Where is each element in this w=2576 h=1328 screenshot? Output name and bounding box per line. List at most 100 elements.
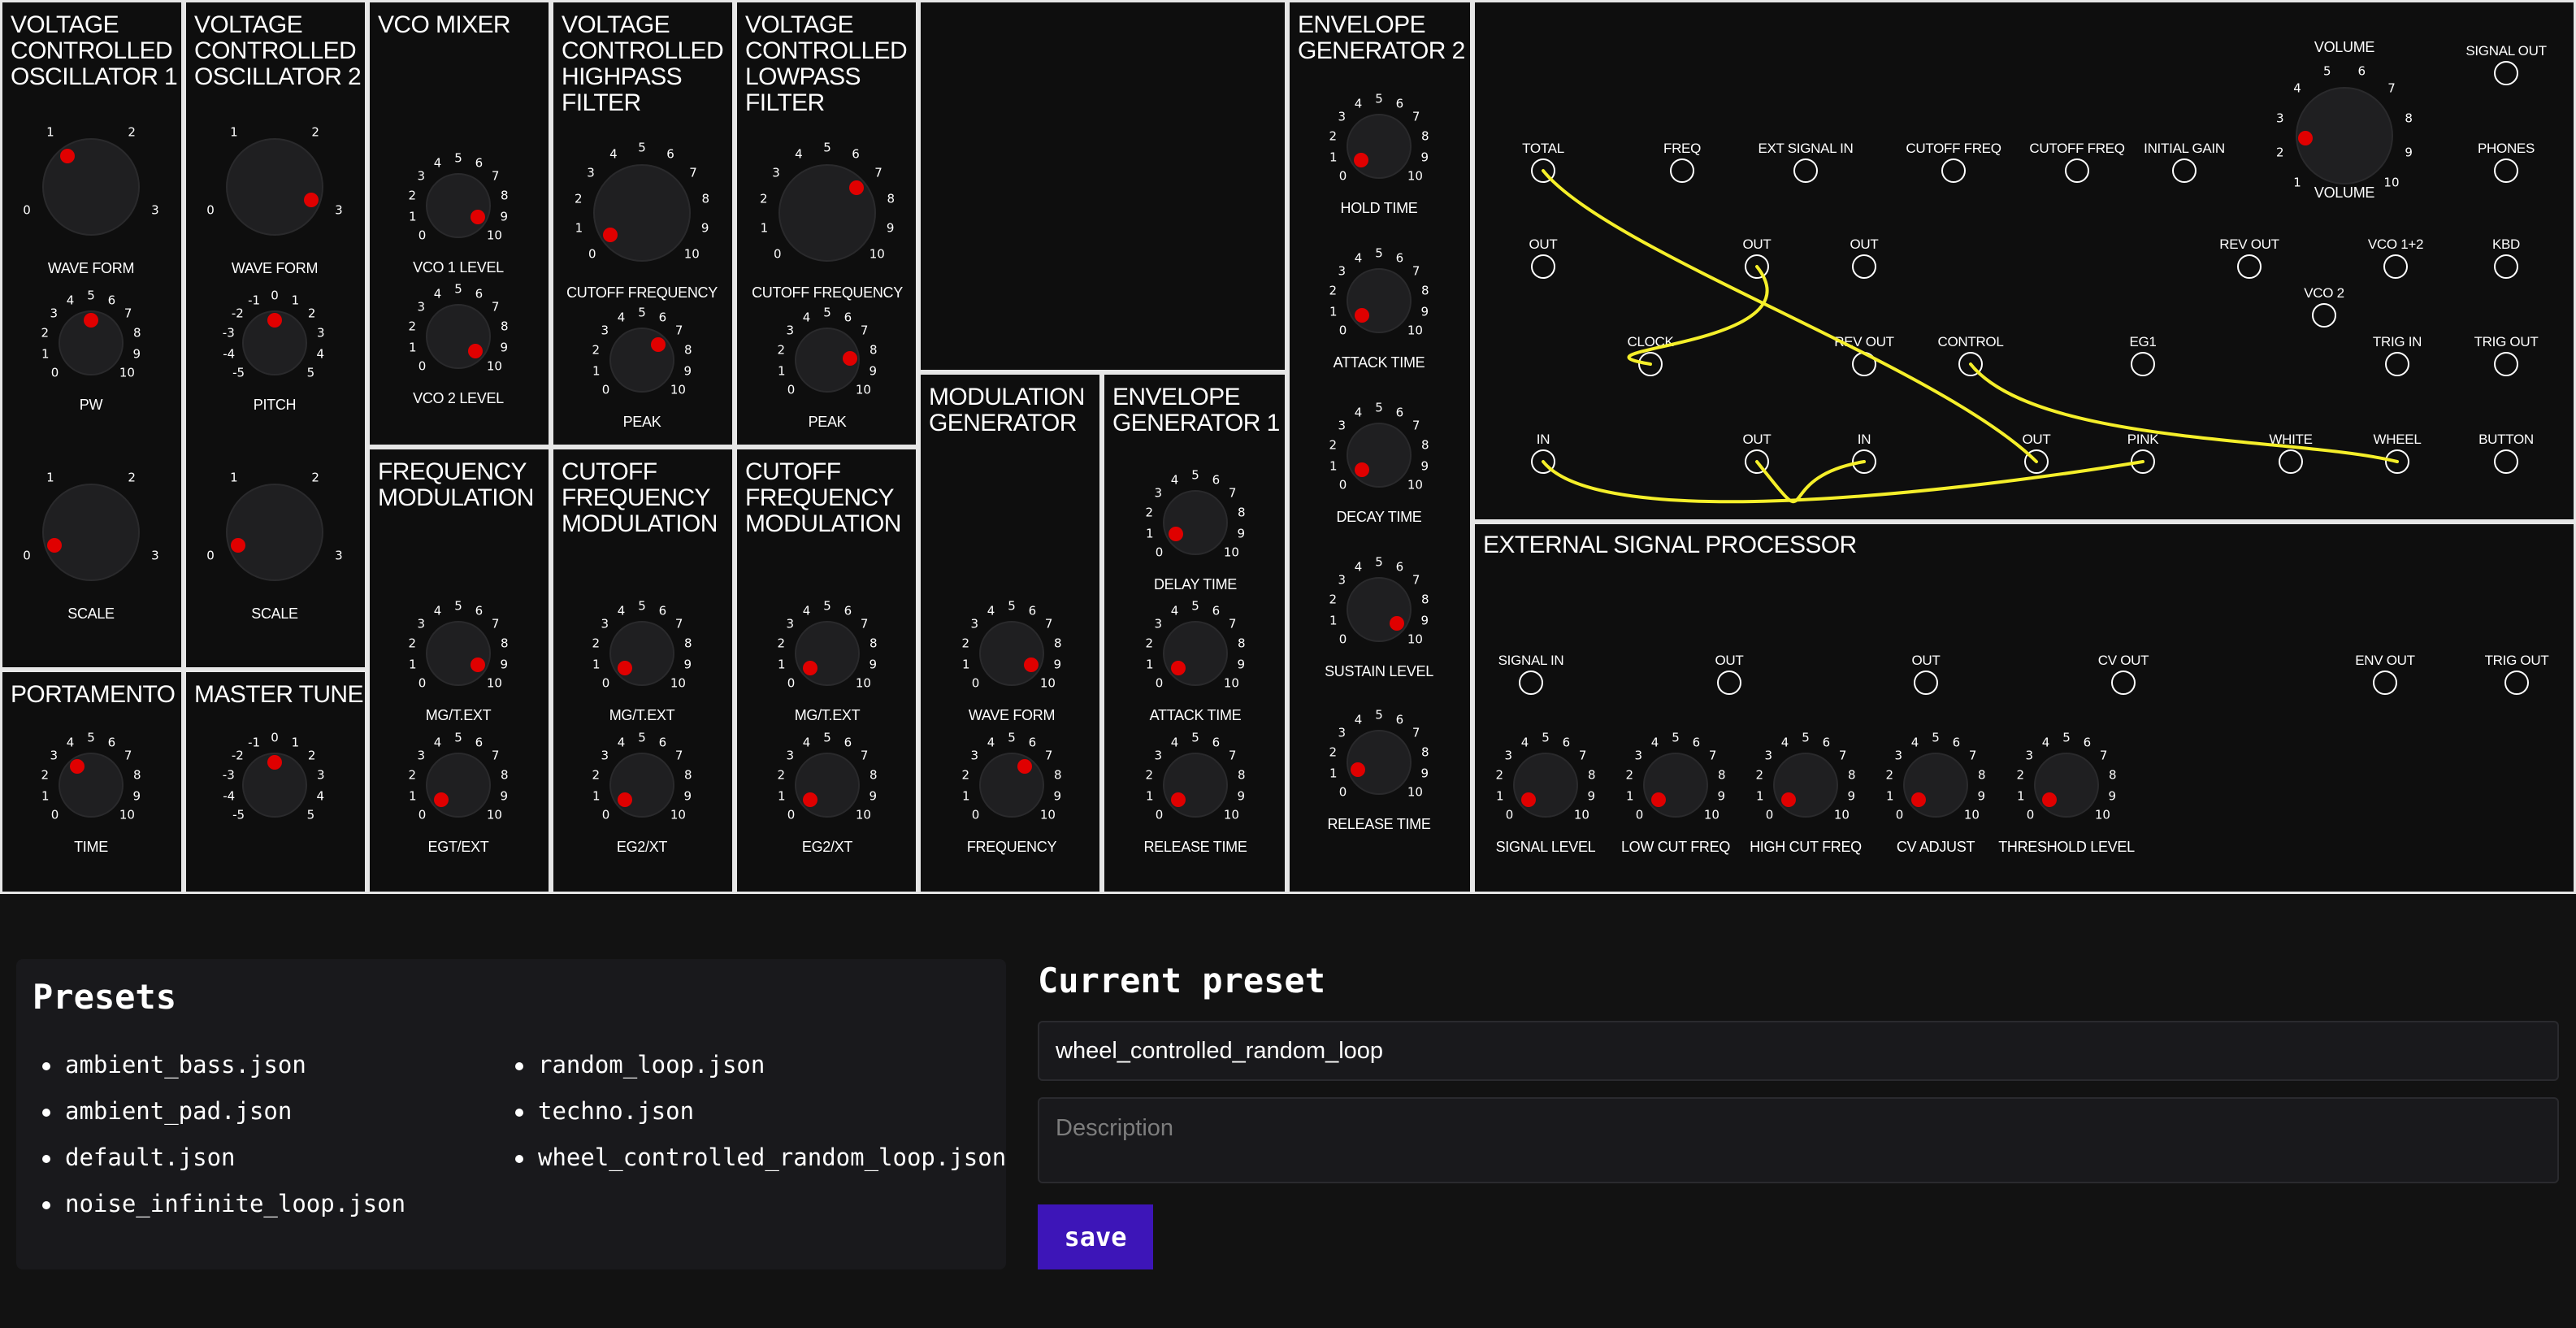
jack[interactable] [2237, 254, 2262, 279]
knob-tick: 10 [855, 382, 871, 397]
knob-dial[interactable] [1773, 753, 1838, 818]
jack[interactable] [2312, 303, 2336, 328]
knob-dial[interactable] [1347, 577, 1412, 642]
knob-tick: 6 [1692, 735, 1701, 750]
esp-jack[interactable] [2504, 671, 2529, 695]
knob-dial[interactable] [1163, 753, 1228, 818]
esp-jack[interactable] [1519, 671, 1543, 695]
preset-item[interactable]: techno.json [505, 1088, 1006, 1135]
knob-tick: 5 [1191, 598, 1199, 614]
knob-tick: 6 [1028, 603, 1037, 618]
knob-tick: 7 [1968, 748, 1977, 763]
knob-tick: 1 [41, 346, 50, 362]
jack[interactable] [1852, 254, 1876, 279]
knob-dial[interactable] [426, 173, 491, 238]
jack[interactable] [1531, 449, 1555, 474]
save-button[interactable]: save [1038, 1204, 1153, 1269]
preset-item[interactable]: random_loop.json [505, 1042, 1006, 1088]
knob-tick: 2 [408, 319, 417, 334]
knob-dial[interactable] [1513, 753, 1578, 818]
knob-tick: 0 [1155, 545, 1164, 560]
esp-jack[interactable] [1717, 671, 1741, 695]
jack[interactable] [1958, 352, 1983, 376]
jack[interactable] [2494, 449, 2518, 474]
jack[interactable] [1638, 352, 1663, 376]
knob-dial[interactable] [609, 753, 674, 818]
knob-dial[interactable] [1347, 423, 1412, 488]
jack[interactable] [2494, 352, 2518, 376]
jack[interactable] [1745, 254, 1769, 279]
knob-dial[interactable] [778, 164, 876, 262]
jack[interactable] [2385, 352, 2409, 376]
knob-tick: 9 [500, 657, 509, 672]
knob-dial[interactable] [609, 328, 674, 393]
knob-dial[interactable] [2034, 753, 2099, 818]
knob-dial[interactable] [59, 753, 124, 818]
knob-tick: 1 [760, 220, 769, 236]
esp-jack[interactable] [2373, 671, 2397, 695]
jack[interactable] [2172, 158, 2197, 183]
esp-jack[interactable] [2111, 671, 2136, 695]
jack[interactable] [1670, 158, 1694, 183]
jack-label: TRIG OUT [2474, 334, 2539, 349]
knob-tick: 9 [500, 340, 509, 355]
knob-dial[interactable] [593, 164, 691, 262]
preset-item[interactable]: default.json [33, 1135, 405, 1181]
knob-dial[interactable] [226, 138, 323, 236]
knob-dial[interactable] [1347, 114, 1412, 179]
knob-tick: 1 [1755, 788, 1764, 804]
knob-tick: 9 [1053, 657, 1062, 672]
jack[interactable] [2024, 449, 2049, 474]
knob-dial[interactable] [426, 621, 491, 686]
module-title: VOLTAGE CONTROLLED OSCILLATOR 1 [11, 11, 178, 90]
knob-tick: 9 [886, 220, 895, 236]
knob-tick: 3 [316, 767, 325, 783]
jack[interactable] [1531, 158, 1555, 183]
jack[interactable] [1852, 352, 1876, 376]
jack[interactable] [1793, 158, 1818, 183]
knob-dial[interactable] [609, 621, 674, 686]
knob-dial[interactable] [1643, 753, 1708, 818]
knob-dial[interactable] [795, 621, 860, 686]
jack[interactable] [2131, 352, 2155, 376]
jack[interactable] [1531, 254, 1555, 279]
knob-tick: 2 [2276, 145, 2284, 160]
knob-dial[interactable] [426, 304, 491, 369]
preset-item[interactable]: ambient_pad.json [33, 1088, 405, 1135]
knob-label: CUTOFF FREQUENCY [752, 284, 903, 301]
knob-dial[interactable] [42, 138, 140, 236]
jack[interactable] [1941, 158, 1966, 183]
knob-dial[interactable] [1163, 621, 1228, 686]
knob-dial[interactable] [1163, 490, 1228, 555]
knob-tick: 7 [860, 616, 869, 631]
knob-dial[interactable] [1903, 753, 1968, 818]
knob-dial[interactable] [979, 753, 1044, 818]
knob-tick: 8 [1237, 505, 1246, 520]
knob-tick: 10 [1223, 807, 1239, 822]
knob-dial[interactable] [979, 621, 1044, 686]
knob-dial[interactable] [426, 753, 491, 818]
jack[interactable] [2279, 449, 2303, 474]
knob-dial[interactable] [795, 753, 860, 818]
knob-tick: 5 [823, 305, 831, 320]
knob-tick: 6 [475, 155, 484, 171]
jack[interactable] [1745, 449, 1769, 474]
jack[interactable] [1852, 449, 1876, 474]
preset-item[interactable]: noise_infinite_loop.json [33, 1181, 405, 1227]
preset-item[interactable]: wheel_controlled_random_loop.json [505, 1135, 1006, 1181]
jack[interactable] [2383, 254, 2408, 279]
knob-dial[interactable] [1347, 268, 1412, 333]
esp-jack[interactable] [1914, 671, 1938, 695]
jack[interactable] [2494, 254, 2518, 279]
jack[interactable] [2065, 158, 2089, 183]
preset-item[interactable]: ambient_bass.json [33, 1042, 405, 1088]
jack[interactable] [2494, 158, 2518, 183]
preset-name-input[interactable] [1038, 1021, 2559, 1081]
knob-dial[interactable] [42, 484, 140, 581]
knob-dial[interactable] [226, 484, 323, 581]
jack[interactable] [2131, 449, 2155, 474]
preset-description-input[interactable] [1038, 1097, 2559, 1183]
knob-tick: 3 [335, 548, 343, 563]
jack[interactable] [2385, 449, 2409, 474]
jack[interactable] [2494, 61, 2518, 85]
